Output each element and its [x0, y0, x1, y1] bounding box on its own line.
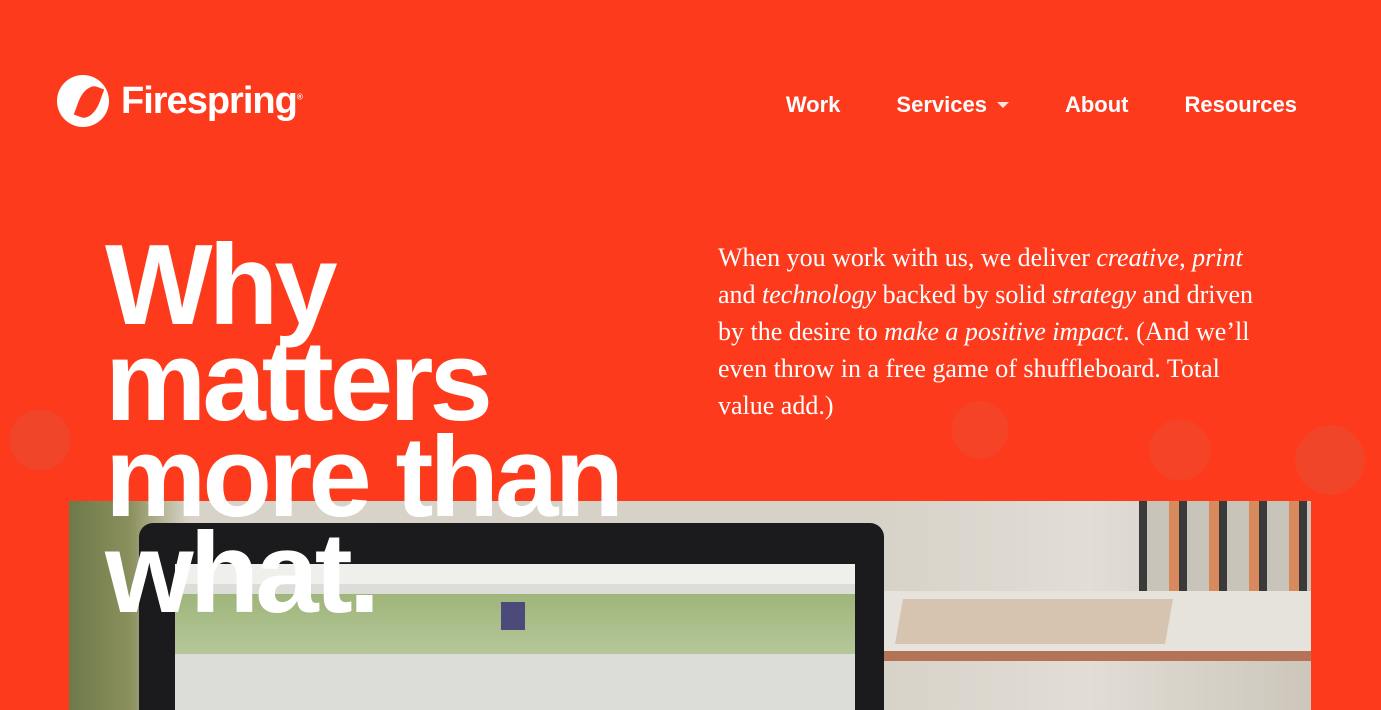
main-nav: Work Services About Resources — [786, 92, 1297, 118]
papers — [895, 599, 1173, 644]
hero-intro: When you work with us, we deliver creati… — [718, 243, 1254, 420]
nav-services[interactable]: Services — [896, 92, 1009, 118]
hero-headline: Why matters more than what. — [105, 229, 624, 631]
firespring-logo[interactable]: Firespring® — [57, 75, 303, 127]
nav-resources[interactable]: Resources — [1184, 92, 1297, 118]
caret-down-icon — [996, 102, 1009, 108]
brand-name: Firespring — [121, 79, 298, 122]
flame-logo-icon — [57, 75, 109, 127]
nav-work[interactable]: Work — [786, 92, 841, 118]
nav-about[interactable]: About — [1065, 92, 1129, 118]
bookshelf — [1139, 501, 1311, 596]
page: Firespring® Work Services About Resource… — [0, 0, 1381, 710]
